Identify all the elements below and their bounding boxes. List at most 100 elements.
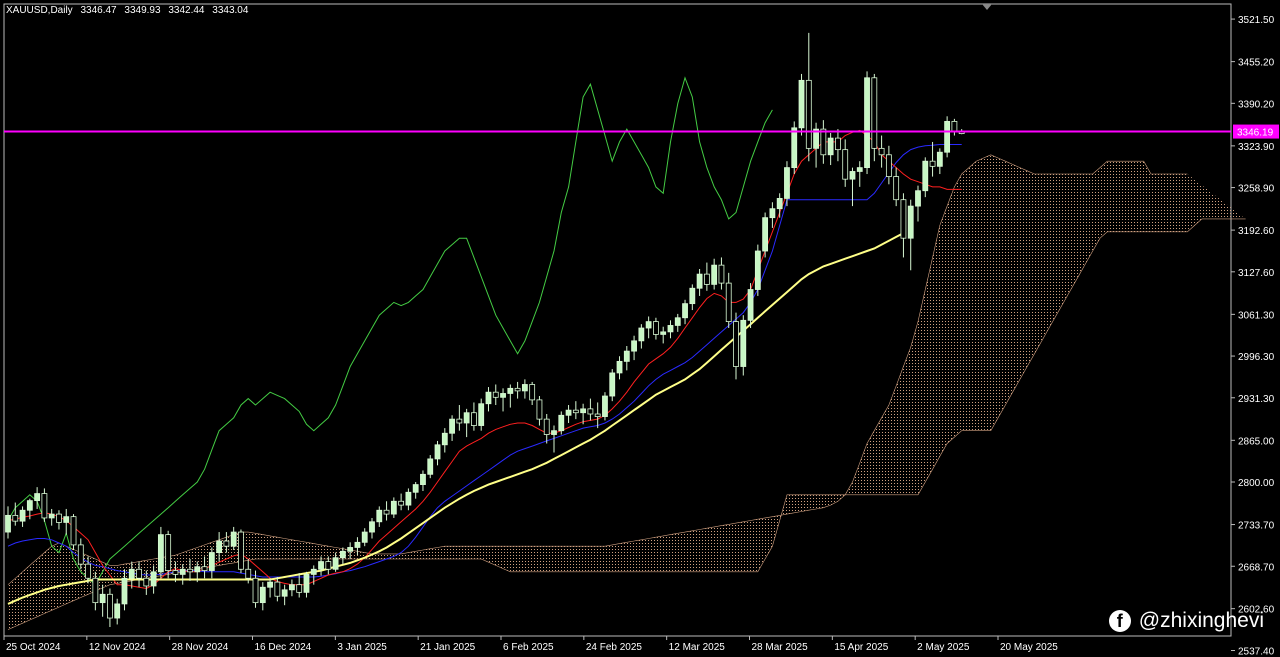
candle-body <box>361 531 368 543</box>
candle-body <box>347 547 354 552</box>
candle-body <box>281 589 288 597</box>
candle-body <box>303 574 310 593</box>
y-tick-label: 2865.00 <box>1238 436 1275 447</box>
y-tick-label: 3061.30 <box>1238 310 1275 321</box>
candle-body <box>565 409 572 416</box>
candle-body <box>580 408 587 414</box>
close-price: 3343.04 <box>212 5 249 16</box>
candle-body <box>318 561 324 570</box>
candle-body <box>187 568 193 573</box>
candle-body <box>521 384 528 392</box>
candle-body <box>456 418 463 424</box>
candle-body <box>259 586 266 604</box>
x-tick-label: 12 Mar 2025 <box>669 642 726 653</box>
candle-body <box>543 418 550 435</box>
candle-body <box>492 391 499 398</box>
candle-body <box>376 509 383 523</box>
candle-body <box>5 514 11 533</box>
candle-body <box>915 190 921 207</box>
candle-body <box>703 273 710 285</box>
candle-body <box>500 393 506 398</box>
candle-body <box>827 137 834 156</box>
candle-body <box>56 513 62 523</box>
y-tick-label: 3521.50 <box>1238 15 1275 26</box>
candle-body <box>398 500 405 506</box>
candle-body <box>143 577 150 587</box>
x-tick-label: 28 Mar 2025 <box>752 642 809 653</box>
candle-body <box>667 325 674 333</box>
candle-body <box>296 584 303 593</box>
candle-body <box>41 493 48 519</box>
candle-body <box>136 568 142 579</box>
x-tick-label: 25 Oct 2024 <box>6 642 61 653</box>
price-label-text: 3346.19 <box>1237 128 1274 139</box>
candle-body <box>609 372 616 397</box>
chart-shift-marker-icon[interactable] <box>982 4 992 10</box>
candle-body <box>878 147 885 156</box>
candle-body <box>238 531 244 570</box>
x-tick-label: 28 Nov 2024 <box>172 642 229 653</box>
candle-body <box>907 205 914 239</box>
candle-body <box>638 327 645 342</box>
candle-body <box>354 541 361 548</box>
candle-body <box>871 77 878 149</box>
candle-body <box>682 303 688 319</box>
symbol-name: XAUUSD,Daily <box>6 5 73 16</box>
candle-body <box>936 151 943 167</box>
candle-body <box>150 571 157 587</box>
candle-body <box>77 544 84 565</box>
candle-body <box>339 550 346 559</box>
candle-body <box>696 273 703 289</box>
candle-body <box>689 287 696 305</box>
candle-body <box>92 577 99 604</box>
kijun-sen-line <box>7 144 962 578</box>
x-tick-label: 12 Nov 2024 <box>89 642 146 653</box>
candle-body <box>798 79 805 129</box>
candle-body <box>711 264 718 285</box>
candle-body <box>405 491 412 506</box>
candle-body <box>383 509 390 515</box>
candle-body <box>776 198 783 210</box>
candle-body <box>48 513 55 519</box>
candle-body <box>856 167 863 172</box>
candle-body <box>434 444 441 460</box>
candle-body <box>951 121 958 133</box>
candle-body <box>762 217 769 252</box>
candle-body <box>485 391 492 405</box>
candle-body <box>747 289 754 321</box>
y-tick-label: 2996.30 <box>1238 352 1275 363</box>
y-tick-label: 3455.20 <box>1238 58 1275 69</box>
candle-body <box>412 484 419 493</box>
candle-body <box>34 493 41 502</box>
tenkan-sen-line <box>7 129 962 590</box>
candle-body <box>223 540 230 547</box>
candle-body <box>157 534 164 573</box>
y-tick-label: 3258.90 <box>1238 184 1275 195</box>
candle-body <box>310 568 317 575</box>
candle-body <box>645 321 652 329</box>
candle-body <box>784 167 790 199</box>
x-tick-label: 21 Jan 2025 <box>420 642 475 653</box>
candle-body <box>507 387 514 394</box>
candle-body <box>820 128 827 156</box>
high-price: 3349.93 <box>124 5 161 16</box>
watermark-handle: @zhixinghevi <box>1138 609 1264 632</box>
candle-body <box>201 566 208 571</box>
candle-body <box>427 458 434 475</box>
candle-body <box>121 577 128 605</box>
candle-body <box>594 413 601 417</box>
candle-body <box>128 568 135 579</box>
chart-window[interactable]: 3521.50 3455.20 3390.20 3323.90 3258.90 3192.… <box>0 0 1280 657</box>
candle-body <box>769 208 776 219</box>
candle-body <box>390 500 397 515</box>
candle-body <box>587 408 594 415</box>
candle-body <box>551 430 557 435</box>
watermark: f @zhixinghevi <box>1108 609 1264 633</box>
y-tick-label: 3127.60 <box>1238 268 1275 279</box>
candle-body <box>805 79 812 149</box>
price-chart[interactable]: 3521.50 3455.20 3390.20 3323.90 3258.90 3192.… <box>0 0 1280 657</box>
candle-body <box>572 409 579 414</box>
y-tick-label: 3192.60 <box>1238 226 1275 237</box>
y-tick-label: 2537.40 <box>1238 647 1275 657</box>
candle-body <box>754 250 761 290</box>
